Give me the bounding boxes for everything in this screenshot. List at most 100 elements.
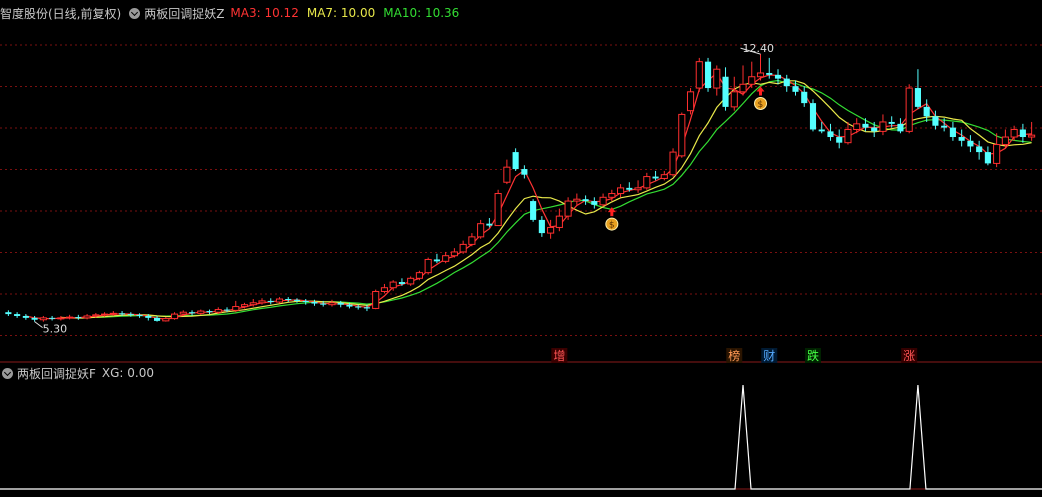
candle-body	[92, 314, 100, 317]
low-pointer	[34, 321, 43, 329]
candle-body	[730, 91, 738, 108]
candle-body	[503, 166, 511, 183]
candle-body	[766, 72, 773, 75]
candle-body	[363, 307, 371, 309]
candle-body	[809, 103, 817, 130]
candle-body	[783, 78, 790, 87]
candle-body	[389, 281, 397, 289]
candle-body	[380, 287, 389, 292]
candle-body	[521, 169, 528, 175]
candle-body	[127, 314, 134, 316]
candle-body	[258, 300, 266, 304]
candle-body	[136, 314, 143, 316]
candle-body	[285, 299, 292, 301]
candle-body	[976, 146, 983, 153]
candle-body	[197, 310, 205, 314]
candle-body	[932, 116, 939, 126]
low-price-label: 5.30	[43, 323, 68, 336]
candle-body	[643, 176, 651, 189]
candle-body	[337, 302, 344, 305]
candle-body	[871, 127, 878, 132]
candle-body	[1019, 129, 1026, 138]
candle-body	[678, 113, 686, 157]
candle-body	[320, 303, 327, 305]
candle-body	[206, 311, 213, 313]
candle-body	[232, 306, 240, 311]
candle-body	[66, 316, 74, 319]
candle-body	[512, 152, 519, 170]
candle-body	[591, 201, 598, 205]
candle-body	[75, 317, 82, 319]
candle-body	[249, 302, 257, 306]
candle-body	[57, 317, 65, 320]
candle-body	[993, 144, 1001, 164]
candle-body	[302, 300, 309, 303]
candle-body	[669, 151, 677, 176]
candle-body	[599, 196, 607, 206]
candle-body	[530, 201, 537, 220]
candle-body	[477, 223, 485, 238]
candle-body	[31, 317, 38, 320]
candle-body	[555, 215, 563, 228]
candle-body	[739, 83, 747, 93]
candle-body	[1010, 128, 1018, 138]
candle-body	[170, 313, 179, 320]
ma3-line	[25, 72, 1032, 320]
candle-body	[836, 137, 843, 143]
candle-body	[39, 317, 47, 321]
candle-body	[538, 219, 545, 234]
candle-body	[442, 255, 450, 262]
candle-body	[275, 298, 284, 303]
ma7-line	[60, 80, 1032, 319]
candle-body	[792, 86, 799, 92]
candle-body	[424, 258, 432, 274]
candle-body	[695, 61, 703, 89]
candle-body	[660, 174, 668, 179]
candle-body	[214, 309, 222, 313]
candle-body	[897, 123, 904, 132]
candle-body	[626, 187, 633, 190]
candle-body	[573, 198, 581, 202]
candle-body	[109, 312, 117, 315]
candle-body	[652, 176, 659, 179]
candle-body	[153, 317, 161, 321]
candle-body	[101, 313, 109, 316]
candle-body	[862, 123, 869, 128]
candle-body	[346, 304, 353, 307]
candle-body	[827, 131, 834, 138]
xg-signal-line	[0, 384, 1042, 490]
candle-body	[617, 187, 625, 195]
candle-body	[1001, 136, 1009, 146]
marker-label: 财	[763, 349, 775, 363]
candle-body	[949, 127, 956, 138]
candle-body	[14, 314, 21, 316]
candle-body	[407, 277, 415, 285]
candle-body	[468, 236, 476, 245]
high-price-label: 12.40	[743, 42, 775, 55]
candle-body	[582, 199, 589, 202]
candle-body	[5, 312, 12, 315]
candle-body	[967, 140, 974, 147]
candle-body	[83, 315, 91, 319]
ma10-line	[87, 79, 1032, 319]
marker-label: 涨	[903, 348, 915, 363]
candle-body	[22, 315, 29, 318]
candle-body	[355, 306, 362, 308]
candle-body	[223, 309, 231, 311]
candle-body	[162, 318, 170, 322]
candle-body	[756, 72, 765, 78]
candle-body	[459, 243, 467, 253]
candle-body	[888, 121, 895, 124]
candle-body	[958, 137, 965, 141]
candle-body	[450, 251, 458, 257]
candle-body	[704, 61, 712, 89]
candle-body	[188, 312, 196, 314]
candle-body	[267, 300, 274, 303]
candle-body	[686, 91, 695, 112]
stock-chart[interactable]: 12.40 5.30 $ $ 增 榜 财 跌 涨	[0, 0, 1042, 497]
candle-body	[486, 223, 493, 226]
candle-body	[494, 193, 502, 227]
money-bag-symbol: $	[758, 100, 764, 110]
candle-body	[774, 74, 782, 79]
candle-body	[293, 299, 301, 301]
